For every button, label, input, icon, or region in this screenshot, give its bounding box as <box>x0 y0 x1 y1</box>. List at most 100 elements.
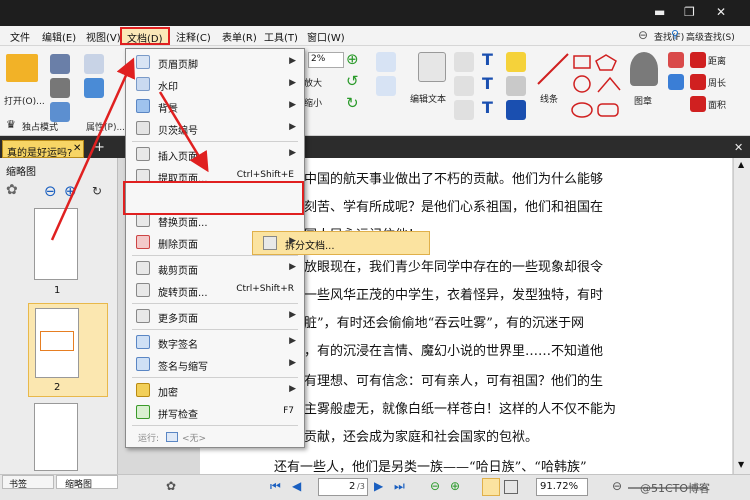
underline-text-icon[interactable]: T <box>482 98 493 117</box>
menu-item-run[interactable]: 运行: <无> <box>126 426 304 448</box>
page-thumbnail-2-selected[interactable]: 2 <box>28 303 108 397</box>
menu-comment[interactable]: 注释(C) <box>176 29 211 44</box>
edit-text-label[interactable]: 编辑文本 <box>410 92 446 105</box>
menu-item-delete-page[interactable]: 删除页面 ▶ <box>126 231 304 253</box>
properties-label[interactable]: 属性(P)... <box>86 120 125 133</box>
minimize-icon[interactable]: ▬ <box>654 5 665 19</box>
zoom-in-icon[interactable]: ⊕ <box>346 50 359 68</box>
rotate-right-icon[interactable]: ↻ <box>346 94 359 112</box>
callout-icon[interactable] <box>454 100 474 120</box>
menu-item-encrypt[interactable]: 加密 ▶ <box>126 379 304 401</box>
shrink-label[interactable]: 缩小 <box>304 96 322 109</box>
forward-icon[interactable]: ⊕ <box>450 479 460 493</box>
previous-page-icon[interactable]: ◀ <box>292 479 301 493</box>
scan-icon[interactable] <box>50 102 70 122</box>
page-thumbnail-3[interactable] <box>34 403 78 471</box>
email-icon[interactable] <box>84 54 104 74</box>
maximize-icon[interactable]: ❐ <box>684 5 695 19</box>
area-label[interactable]: 面积 <box>708 98 726 111</box>
find-label[interactable]: 查找(F) <box>654 30 684 43</box>
thumbnail-tab[interactable]: 缩略图 <box>56 475 118 490</box>
stamp-icon[interactable] <box>630 52 658 86</box>
line-tool-icon[interactable] <box>536 52 570 86</box>
shape-tools-icon[interactable] <box>570 52 626 128</box>
page-thumbnail-2[interactable] <box>35 308 79 378</box>
menu-file[interactable]: 文件 <box>10 29 30 44</box>
enlarge-label[interactable]: 放大 <box>304 76 322 89</box>
thumb-zoom-in-icon[interactable]: ⊕ <box>64 182 77 200</box>
last-page-icon[interactable]: ⏭ <box>394 479 405 494</box>
zoom-input[interactable]: 91.72% <box>536 478 588 496</box>
view-region-box[interactable] <box>40 331 74 351</box>
zoom-out-icon[interactable]: ⊖ <box>612 479 622 493</box>
edit-text-icon[interactable] <box>418 52 446 82</box>
vertical-scrollbar[interactable]: ▲ ▼ <box>733 158 750 474</box>
scroll-up-icon[interactable]: ▲ <box>738 160 744 169</box>
find-icon[interactable]: ⊖ <box>638 28 648 42</box>
share-icon[interactable] <box>84 78 104 98</box>
panel-settings-icon[interactable]: ✿ <box>6 182 18 198</box>
typewriter-icon[interactable] <box>454 52 474 72</box>
zoom-combo[interactable]: 2% <box>308 52 344 68</box>
menu-edit[interactable]: 编辑(E) <box>42 29 76 44</box>
stamp-label[interactable]: 图章 <box>634 94 652 107</box>
text-tool-icon[interactable]: T <box>482 50 493 69</box>
scroll-down-icon[interactable]: ▼ <box>738 460 744 469</box>
menu-document[interactable]: 文档(D) <box>120 27 170 45</box>
document-tab[interactable]: 真的是好运吗? ✕ <box>2 140 84 159</box>
menu-item-watermark[interactable]: 水印 ▶ <box>126 73 304 95</box>
line-label[interactable]: 线条 <box>540 92 558 105</box>
textbox-icon[interactable] <box>454 76 474 96</box>
tab-close-icon[interactable]: ✕ <box>73 143 81 154</box>
perimeter-label[interactable]: 周长 <box>708 76 726 89</box>
eraser-icon[interactable] <box>668 52 684 68</box>
menu-form[interactable]: 表单(R) <box>222 29 257 44</box>
menu-item-sign-initials[interactable]: 签名与缩写 ▶ <box>126 353 304 375</box>
sound-icon[interactable] <box>506 100 526 120</box>
perimeter-icon[interactable] <box>690 74 706 90</box>
continuous-view-icon[interactable] <box>504 480 518 494</box>
select-text-icon[interactable] <box>376 52 396 72</box>
menu-item-insert-page[interactable]: 插入页面 ▶ <box>126 143 304 165</box>
next-page-icon[interactable]: ▶ <box>374 479 383 493</box>
snapshot-icon[interactable] <box>376 76 396 96</box>
menu-item-bates-numbering[interactable]: 贝茨编号 ▶ <box>126 117 304 139</box>
status-settings-icon[interactable]: ✿ <box>166 479 176 493</box>
page-number-input[interactable]: 2 /3 <box>318 478 368 496</box>
menu-window[interactable]: 窗口(W) <box>307 29 345 44</box>
first-page-icon[interactable]: ⏮ <box>270 479 281 494</box>
pencil-icon[interactable] <box>668 74 684 90</box>
menu-item-rotate-page[interactable]: 旋转页面... Ctrl+Shift+R <box>126 279 304 301</box>
menu-item-digital-signature[interactable]: 数字签名 ▶ <box>126 331 304 353</box>
open-label[interactable]: 打开(O)... <box>4 94 45 107</box>
page-thumbnail-1[interactable] <box>34 208 78 280</box>
print-icon[interactable] <box>50 78 70 98</box>
attachment-icon[interactable] <box>506 76 526 96</box>
save-icon[interactable] <box>50 54 70 74</box>
menu-item-crop-page[interactable]: 裁剪页面 ▶ <box>126 257 304 279</box>
standalone-label[interactable]: 独占模式 <box>22 120 58 133</box>
bookmark-tab[interactable]: 书签 <box>2 475 54 490</box>
open-folder-icon[interactable] <box>6 54 38 82</box>
rotate-left-icon[interactable]: ↺ <box>346 72 359 90</box>
menu-tools[interactable]: 工具(T) <box>264 29 298 44</box>
menu-item-header-footer[interactable]: 页眉页脚 ▶ <box>126 51 304 73</box>
menu-item-spell-check[interactable]: 拼写检查 F7 <box>126 401 304 423</box>
single-page-view-icon[interactable] <box>482 478 500 496</box>
menu-item-more-pages[interactable]: 更多页面 ▶ <box>126 305 304 327</box>
close-document-icon[interactable]: ✕ <box>734 141 743 154</box>
menu-item-background[interactable]: 背景 ▶ <box>126 95 304 117</box>
menu-view[interactable]: 视图(V) <box>86 29 121 44</box>
thumb-rotate-icon[interactable]: ↻ <box>92 184 102 198</box>
advanced-find-icon[interactable]: ⚲ <box>671 28 679 41</box>
new-tab-icon[interactable]: + <box>94 140 105 155</box>
close-icon[interactable]: ✕ <box>716 5 726 19</box>
highlight-text-icon[interactable]: T <box>482 74 493 93</box>
advanced-find-label[interactable]: 高级查找(S) <box>686 30 735 43</box>
area-icon[interactable] <box>690 96 706 112</box>
note-icon[interactable] <box>506 52 526 72</box>
back-icon[interactable]: ⊖ <box>430 479 440 493</box>
distance-icon[interactable] <box>690 52 706 68</box>
thumb-zoom-out-icon[interactable]: ⊖ <box>44 182 57 200</box>
distance-label[interactable]: 距离 <box>708 54 726 67</box>
